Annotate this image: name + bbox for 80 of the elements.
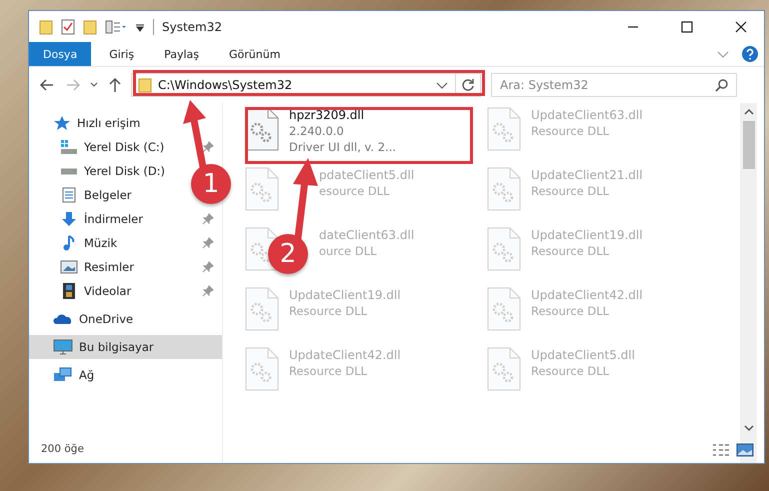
ribbon-tab[interactable]: Görünüm bbox=[217, 42, 292, 66]
search-field[interactable]: Ara: System32 bbox=[491, 73, 737, 97]
large-icons-view-icon[interactable] bbox=[736, 443, 754, 457]
file-detail: Resource DLL bbox=[531, 303, 610, 319]
sidebar-label: Müzik bbox=[84, 236, 118, 250]
file-detail: Resource DLL bbox=[531, 183, 610, 199]
sidebar-item[interactable]: Videolar bbox=[29, 279, 222, 303]
address-field[interactable]: C:\Windows\System32 bbox=[131, 73, 481, 97]
monitor-icon bbox=[53, 339, 73, 355]
file-name: hpzr3209.dll bbox=[289, 107, 366, 123]
file-detail: esource DLL bbox=[319, 183, 391, 199]
dll-file-gear-icon bbox=[487, 287, 521, 331]
dll-file-gear-icon bbox=[245, 287, 279, 331]
file-name: UpdateClient42.dll bbox=[531, 287, 643, 303]
sidebar-item[interactable]: Yerel Disk (C:) bbox=[29, 135, 222, 159]
file-name: UpdateClient19.dll bbox=[531, 227, 643, 243]
sidebar-item[interactable]: OneDrive bbox=[29, 307, 142, 331]
network-icon bbox=[53, 367, 73, 383]
file-detail: ource DLL bbox=[319, 243, 378, 259]
file-detail: Resource DLL bbox=[531, 123, 610, 139]
sidebar-item[interactable]: Bu bilgisayar bbox=[29, 335, 222, 359]
sidebar-label: Bu bilgisayar bbox=[79, 340, 155, 354]
address-path: C:\Windows\System32 bbox=[158, 78, 294, 92]
download-arrow-icon bbox=[60, 211, 78, 227]
file-name: dateClient63.dll bbox=[319, 227, 414, 243]
sidebar-item[interactable]: Müzik bbox=[29, 231, 222, 255]
sidebar-label: İndirmeler bbox=[84, 212, 144, 226]
window-title: System32 bbox=[162, 20, 222, 34]
file-detail: 2.240.0.0 bbox=[289, 123, 345, 139]
drive-icon bbox=[60, 168, 78, 174]
ribbon-tab[interactable]: Giriş bbox=[97, 42, 146, 66]
properties-icon[interactable] bbox=[61, 18, 75, 34]
file-detail: Resource DLL bbox=[289, 303, 368, 319]
dll-file-gear-icon bbox=[487, 227, 521, 271]
sidebar-item[interactable]: Yerel Disk (D:) bbox=[29, 159, 174, 183]
sidebar-label: Ağ bbox=[79, 368, 94, 382]
file-name: pdateClient5.dll bbox=[319, 167, 414, 183]
scrollbar-thumb[interactable] bbox=[742, 121, 754, 169]
dll-file-gear-icon bbox=[487, 107, 521, 151]
file-name: UpdateClient21.dll bbox=[531, 167, 643, 183]
sidebar-label: OneDrive bbox=[79, 312, 134, 326]
file-name: UpdateClient5.dll bbox=[531, 347, 635, 363]
scroll-up-icon[interactable] bbox=[742, 107, 754, 117]
file-name: UpdateClient19.dll bbox=[289, 287, 401, 303]
sidebar-label: Hızlı erişim bbox=[77, 116, 140, 130]
drive-icon bbox=[60, 139, 78, 155]
ribbon-tab[interactable]: Dosya bbox=[29, 42, 92, 66]
ribbon-tab[interactable]: Paylaş bbox=[152, 42, 211, 66]
sidebar-item[interactable]: Resimler bbox=[29, 255, 222, 279]
dll-file-gear-icon bbox=[487, 347, 521, 391]
sidebar-item[interactable]: Belgeler bbox=[29, 183, 140, 207]
sidebar-item[interactable]: Hızlı erişim bbox=[29, 111, 148, 135]
folder-icon bbox=[138, 77, 152, 93]
file-detail: Resource DLL bbox=[531, 363, 610, 379]
scrollbar[interactable] bbox=[740, 103, 757, 463]
sidebar-label: Belgeler bbox=[84, 188, 132, 202]
file-detail: Resource DLL bbox=[289, 363, 368, 379]
file-name: UpdateClient42.dll bbox=[289, 347, 401, 363]
dll-file-gear-icon bbox=[487, 167, 521, 211]
help-icon[interactable] bbox=[742, 46, 758, 62]
sidebar-item[interactable]: İndirmeler bbox=[29, 207, 222, 231]
sidebar-label: Videolar bbox=[84, 284, 132, 298]
file-detail: Driver UI dll, v. 2... bbox=[289, 139, 396, 155]
search-icon bbox=[715, 78, 729, 92]
sidebar-label: Resimler bbox=[84, 260, 135, 274]
dll-file-gear-icon bbox=[245, 167, 279, 211]
sidebar-item[interactable]: Ağ bbox=[29, 363, 102, 387]
sidebar-label: Yerel Disk (C:) bbox=[84, 140, 166, 154]
film-icon bbox=[60, 283, 78, 299]
file-detail: Resource DLL bbox=[531, 243, 610, 259]
file-name: UpdateClient63.dll bbox=[531, 107, 643, 123]
item-count: 200 öğe bbox=[40, 443, 85, 457]
view-menu-icon[interactable] bbox=[105, 18, 127, 34]
picture-icon bbox=[60, 259, 78, 275]
dll-file-gear-icon bbox=[245, 347, 279, 391]
document-icon bbox=[60, 187, 78, 203]
details-view-icon[interactable] bbox=[712, 443, 730, 457]
scroll-down-icon[interactable] bbox=[742, 423, 754, 433]
sidebar-label: Yerel Disk (D:) bbox=[84, 164, 166, 178]
star-icon bbox=[53, 115, 71, 131]
